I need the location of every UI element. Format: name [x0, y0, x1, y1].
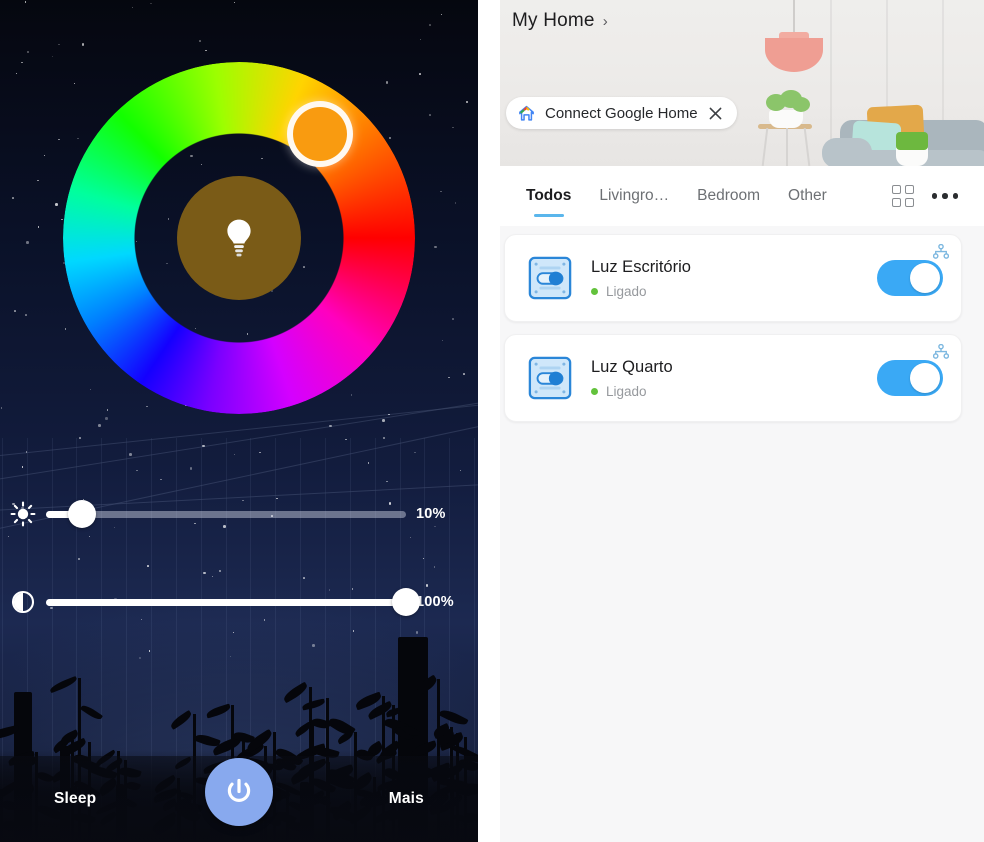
- light-bulb-icon: [227, 219, 251, 257]
- device-status-label: Ligado: [606, 383, 647, 399]
- brightness-slider-row: 10%: [0, 494, 478, 534]
- pendant-lamp: [765, 38, 823, 72]
- lamp-cord: [793, 0, 795, 36]
- tab-todos[interactable]: Todos: [512, 166, 585, 226]
- color-temperature-value-label: 100%: [416, 594, 454, 610]
- color-wheel-area: [0, 62, 478, 422]
- device-name: Luz Escritório: [591, 257, 691, 276]
- connect-google-home-chip[interactable]: Connect Google Home: [506, 97, 737, 129]
- chevron-right-icon: ›: [602, 12, 608, 30]
- network-topology-icon: [933, 344, 949, 359]
- status-dot: [591, 287, 598, 295]
- device-status-row: Ligado: [591, 284, 877, 299]
- home-title-row[interactable]: My Home ›: [512, 10, 608, 32]
- device-status-row: Ligado: [591, 384, 877, 399]
- device-info: Luz Quarto Ligado: [591, 358, 877, 399]
- device-status-label: Ligado: [606, 283, 647, 299]
- color-temperature-slider-knob[interactable]: [392, 588, 420, 616]
- tab-bedroom[interactable]: Bedroom: [683, 166, 774, 226]
- app-screenshot: 10% 100% Sleep Mais My Home › Connect Go…: [0, 0, 984, 842]
- plant-foliage: [792, 97, 810, 112]
- device-toggle[interactable]: [877, 360, 943, 396]
- brightness-value-label: 10%: [416, 506, 446, 522]
- device-card-luz-escritorio[interactable]: Luz Escritório Ligado: [504, 234, 962, 322]
- network-topology-icon: [933, 244, 949, 259]
- google-home-icon: [519, 105, 534, 121]
- table-leg: [803, 128, 811, 166]
- current-color-preview[interactable]: [177, 176, 301, 300]
- tab-other[interactable]: Other: [774, 166, 841, 226]
- color-wheel-handle[interactable]: [287, 100, 354, 167]
- toggle-knob: [910, 363, 940, 393]
- more-options-icon[interactable]: [931, 193, 958, 199]
- close-icon[interactable]: [707, 105, 724, 122]
- grass-foliage: [896, 132, 928, 150]
- status-dot: [591, 387, 598, 395]
- color-temperature-slider-row: 100%: [0, 582, 478, 622]
- more-button[interactable]: Mais: [389, 790, 424, 808]
- connect-google-home-label: Connect Google Home: [545, 104, 698, 122]
- device-info: Luz Escritório Ligado: [591, 258, 877, 299]
- device-name: Luz Quarto: [591, 357, 673, 376]
- brightness-slider-track[interactable]: [46, 500, 406, 528]
- device-toggle[interactable]: [877, 260, 943, 296]
- home-hero-banner: My Home › Connect Google Home: [500, 0, 984, 166]
- device-list: Luz Escritório Ligado Luz Quarto Ligado: [500, 226, 984, 422]
- table-leg: [786, 128, 788, 166]
- light-control-panel: 10% 100% Sleep Mais: [0, 0, 478, 842]
- brightness-slider-knob[interactable]: [68, 500, 96, 528]
- page-title: My Home: [512, 10, 595, 31]
- room-tabs: Todos Livingro… Bedroom Other: [500, 166, 984, 226]
- tab-label: Bedroom: [697, 187, 761, 204]
- smart-switch-icon: [528, 356, 572, 400]
- color-temperature-slider-track[interactable]: [46, 588, 420, 616]
- sleep-button[interactable]: Sleep: [54, 790, 96, 808]
- color-temperature-slider-fill: [46, 598, 406, 606]
- tab-label: Livingro…: [599, 187, 670, 204]
- power-button[interactable]: [205, 758, 273, 826]
- tab-actions: [891, 185, 984, 207]
- brightness-sun-icon: [0, 501, 46, 527]
- tab-label: Todos: [526, 187, 572, 204]
- tab-label: Other: [788, 187, 827, 204]
- device-card-luz-quarto[interactable]: Luz Quarto Ligado: [504, 334, 962, 422]
- tab-livingroom[interactable]: Livingro…: [585, 166, 683, 226]
- smart-switch-icon: [528, 256, 572, 300]
- home-app-panel: My Home › Connect Google Home Todos Livi…: [500, 0, 984, 842]
- table-leg: [761, 128, 769, 166]
- grid-view-icon[interactable]: [891, 185, 914, 207]
- contrast-half-circle-icon: [0, 590, 46, 614]
- toggle-knob: [910, 263, 940, 293]
- power-icon: [227, 778, 251, 802]
- plant-pot: [769, 110, 803, 128]
